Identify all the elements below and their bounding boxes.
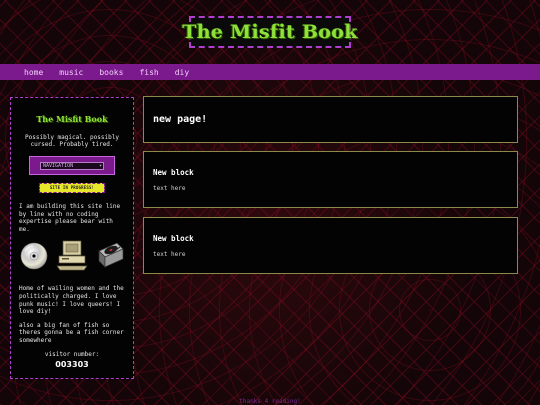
sidebar-icons-row — [19, 239, 125, 275]
page-title-block: new page! — [143, 96, 518, 143]
content-block-text: text here — [153, 251, 186, 258]
sidebar-about-text: Home of wailing women and the politicall… — [19, 285, 124, 316]
content-block-text: text here — [153, 185, 186, 192]
content-block: New block text here — [143, 151, 518, 208]
sidebar-tagline: Possibly magical. possibly cursed. Proba… — [25, 134, 119, 148]
nav-link-books[interactable]: books — [99, 68, 123, 77]
visitor-counter-value: 003303 — [55, 359, 89, 369]
navigation-dropdown-frame: NAVIGATION ▾ — [29, 156, 115, 175]
sidebar-intro-text: I am building this site line by line wit… — [19, 203, 121, 233]
nav-link-music[interactable]: music — [59, 68, 83, 77]
nav-link-fish[interactable]: fish — [139, 68, 158, 77]
sidebar-logo: The Misfit Book — [36, 114, 108, 124]
sidebar: The Misfit Book Possibly magical. possib… — [10, 97, 134, 379]
record-player-icon — [95, 237, 125, 275]
sidebar-fish-text: also a big fan of fish so theres gonna b… — [19, 321, 124, 344]
nav-link-home[interactable]: home — [24, 68, 43, 77]
chevron-down-icon: ▾ — [98, 162, 102, 169]
footer-text: thanks 4 reading! — [239, 398, 301, 405]
content-block-title: New block — [153, 168, 194, 177]
navigation-dropdown-value: NAVIGATION — [43, 162, 74, 169]
page-title: new page! — [153, 114, 208, 125]
content-block: New block text here — [143, 217, 518, 274]
visitor-counter-label: visitor number: — [44, 350, 100, 358]
nav-link-diy[interactable]: diy — [175, 68, 189, 77]
navigation-dropdown[interactable]: NAVIGATION ▾ — [40, 161, 104, 170]
site-title: The Misfit Book — [182, 21, 358, 43]
content-block-title: New block — [153, 234, 194, 243]
site-in-progress-badge: SITE IN PROGRESS! — [39, 183, 105, 193]
site-title-banner: The Misfit Book — [182, 16, 357, 48]
top-navbar: home music books fish diy — [0, 64, 540, 80]
computer-icon — [54, 239, 90, 275]
cd-icon — [19, 241, 49, 275]
